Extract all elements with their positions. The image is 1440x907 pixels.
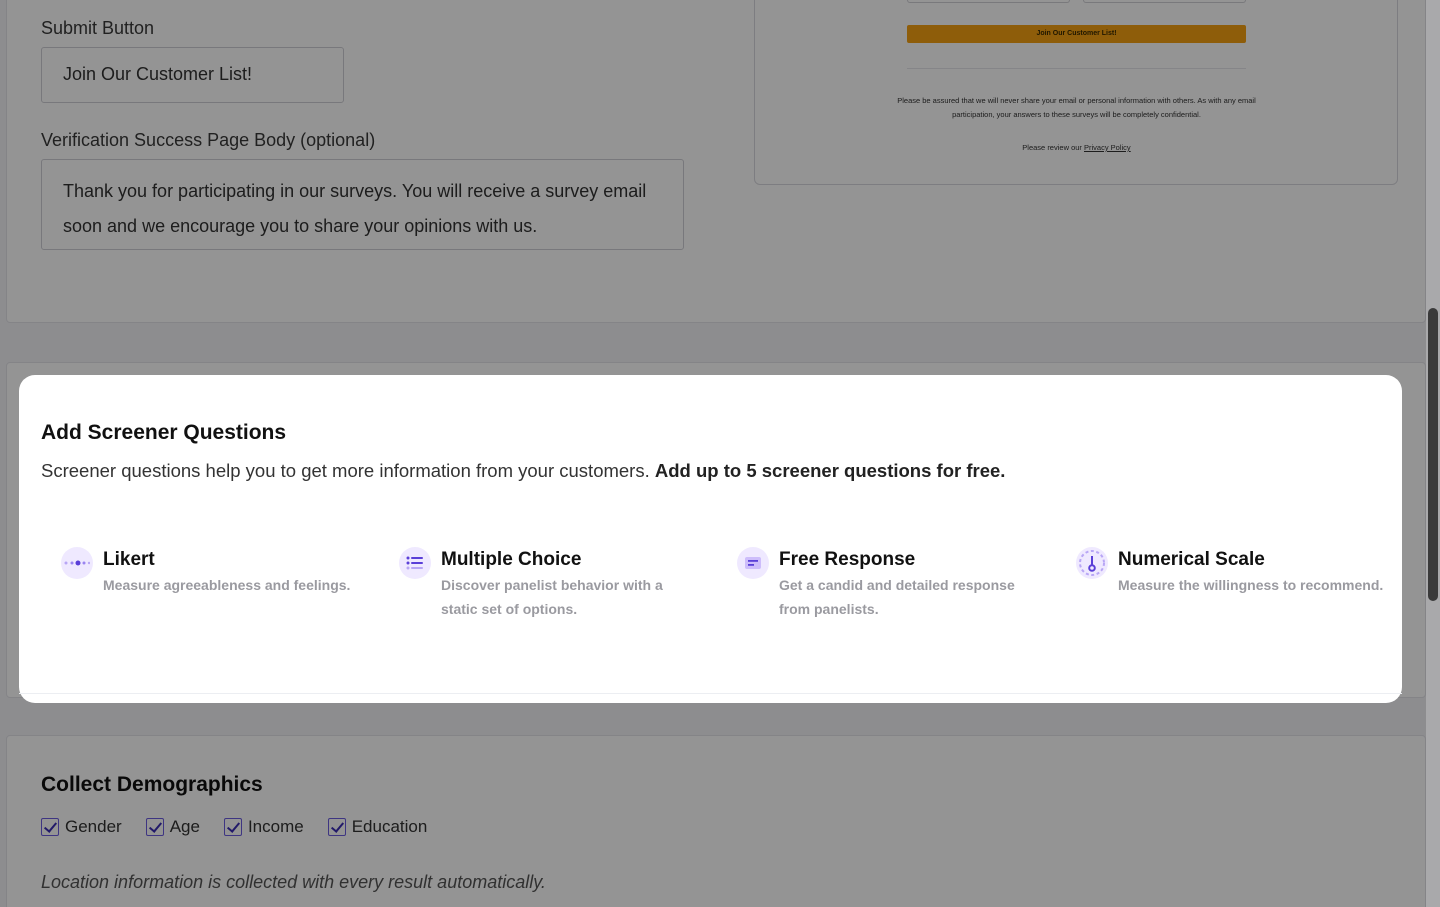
likert-title: Likert	[103, 549, 155, 570]
multiple-choice-option[interactable]: Multiple Choice Discover panelist behavi…	[399, 547, 699, 621]
screener-title: Add Screener Questions	[41, 421, 287, 444]
gauge-icon	[1076, 547, 1108, 579]
likert-option[interactable]: Likert Measure agreeableness and feeling…	[61, 547, 381, 597]
screener-description: Screener questions help you to get more …	[41, 460, 1005, 482]
numerical-scale-title: Numerical Scale	[1118, 549, 1265, 570]
multiple-choice-title: Multiple Choice	[441, 549, 582, 570]
numerical-scale-option[interactable]: Numerical Scale Measure the willingness …	[1076, 547, 1396, 597]
free-response-description: Get a candid and detailed response from …	[779, 577, 1015, 617]
screener-description-text: Screener questions help you to get more …	[41, 460, 655, 481]
free-response-title: Free Response	[779, 549, 916, 570]
likert-description: Measure agreeableness and feelings.	[103, 577, 351, 593]
likert-dots-icon	[61, 547, 93, 579]
multiple-choice-description: Discover panelist behavior with a static…	[441, 577, 663, 617]
text-lines-icon	[737, 547, 769, 579]
scrollbar-thumb[interactable]	[1428, 308, 1438, 601]
screener-description-bold: Add up to 5 screener questions for free.	[654, 460, 1006, 481]
list-icon	[399, 547, 431, 579]
numerical-scale-description: Measure the willingness to recommend.	[1118, 577, 1384, 593]
panel-divider	[19, 693, 1402, 694]
free-response-option[interactable]: Free Response Get a candid and detailed …	[737, 547, 1027, 621]
screener-questions-panel: Add Screener Questions Screener question…	[19, 375, 1402, 703]
